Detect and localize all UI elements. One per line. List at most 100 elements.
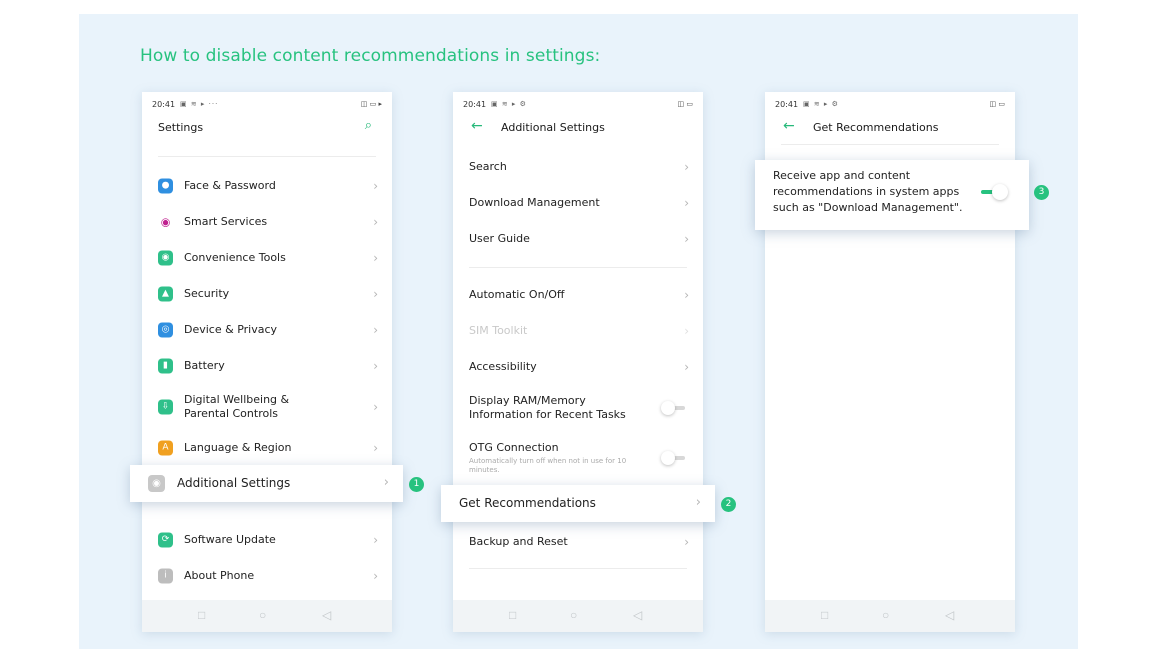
chevron-right-icon: ›: [684, 324, 689, 338]
settings-item-search[interactable]: Search ›: [453, 149, 703, 185]
item-label: Get Recommendations: [459, 496, 596, 510]
settings-item-sim-toolkit: SIM Toolkit ›: [453, 313, 703, 349]
settings-item-security[interactable]: ▲ Security ›: [142, 276, 392, 312]
settings-item-user-guide[interactable]: User Guide ›: [453, 221, 703, 257]
chevron-right-icon: ›: [373, 179, 378, 193]
divider: [469, 267, 687, 268]
divider: [469, 568, 687, 569]
item-label: SIM Toolkit: [469, 324, 528, 337]
update-icon: ⟳: [158, 532, 173, 548]
step-badge-3: 3: [1034, 185, 1049, 200]
item-label: Display RAM/Memory Information for Recen…: [469, 394, 626, 421]
settings-header: Settings ⌕: [158, 118, 376, 136]
header-title: Additional Settings: [501, 121, 605, 134]
settings-item-face-password[interactable]: ● Face & Password ›: [142, 168, 392, 204]
back-arrow-icon[interactable]: ←: [471, 118, 483, 134]
phone-additional-settings: 20:41 ▣ ≋ ▸ ⚙ ◫ ▭ ← Additional Settings …: [453, 92, 703, 632]
item-label: Additional Settings: [177, 476, 291, 490]
chevron-right-icon: ›: [684, 535, 689, 549]
item-label: Device & Privacy: [184, 323, 278, 336]
settings-item-software-update[interactable]: ⟳ Software Update ›: [142, 522, 392, 558]
recommendations-toggle[interactable]: [981, 184, 1011, 200]
settings-item-device-privacy[interactable]: ◎ Device & Privacy ›: [142, 312, 392, 348]
privacy-icon: ◎: [158, 322, 173, 338]
header-title: Get Recommendations: [813, 121, 939, 134]
item-label: OTG Connection: [469, 441, 559, 454]
status-left-icons: ▣ ≋ ▸ ⚙: [803, 100, 839, 108]
wellbeing-icon: ⇩: [158, 399, 173, 415]
get-recommendations-header: ← Get Recommendations: [781, 118, 999, 136]
chevron-right-icon: ›: [684, 288, 689, 302]
home-icon[interactable]: ○: [882, 608, 889, 622]
search-icon[interactable]: ⌕: [365, 118, 372, 133]
page-title: How to disable content recommendations i…: [140, 46, 601, 66]
status-time: 20:41: [152, 100, 176, 109]
item-label: Face & Password: [184, 179, 276, 192]
recent-apps-icon[interactable]: □: [509, 608, 516, 622]
status-time: 20:41: [463, 100, 487, 109]
item-label: Smart Services: [184, 215, 268, 228]
settings-item-smart-services[interactable]: ◉ Smart Services ›: [142, 204, 392, 240]
chevron-right-icon: ›: [695, 495, 701, 510]
chevron-right-icon: ›: [383, 475, 389, 490]
step-badge-1: 1: [409, 477, 424, 492]
item-label: Language & Region: [184, 441, 292, 454]
chevron-right-icon: ›: [373, 441, 378, 455]
item-label-group: OTG Connection Automatically turn off wh…: [469, 441, 649, 475]
settings-item-display-ram: Display RAM/Memory Information for Recen…: [453, 390, 703, 426]
chevron-right-icon: ›: [684, 360, 689, 374]
home-icon[interactable]: ○: [259, 608, 266, 622]
settings-item-about-phone[interactable]: i About Phone ›: [142, 558, 392, 594]
chevron-right-icon: ›: [373, 533, 378, 547]
divider: [158, 156, 376, 157]
back-arrow-icon[interactable]: ←: [783, 118, 795, 134]
chevron-right-icon: ›: [684, 160, 689, 174]
nav-bar: □ ○ ◁: [142, 600, 392, 632]
otg-toggle[interactable]: [661, 451, 687, 465]
shield-icon: ▲: [158, 286, 173, 302]
back-icon[interactable]: ◁: [322, 608, 331, 622]
status-bar: 20:41 ▣ ≋ ▸ ··· ◫ ▭ ▸: [152, 100, 382, 110]
language-icon: A: [158, 440, 173, 456]
recommendations-toggle-row: Receive app and content recommendations …: [755, 160, 1029, 230]
additional-settings-icon: ◉: [148, 475, 165, 492]
get-recommendations-item[interactable]: Get Recommendations ›: [441, 485, 715, 522]
item-label: Automatic On/Off: [469, 288, 565, 301]
ram-toggle[interactable]: [661, 401, 687, 415]
item-label: Search: [469, 160, 507, 173]
status-left-icons: ▣ ≋ ▸ ⚙: [491, 100, 527, 108]
home-icon[interactable]: ○: [570, 608, 577, 622]
recent-apps-icon[interactable]: □: [821, 608, 828, 622]
settings-item-digital-wellbeing[interactable]: ⇩ Digital Wellbeing & Parental Controls …: [142, 389, 392, 425]
additional-settings-item[interactable]: ◉ Additional Settings ›: [130, 465, 403, 502]
recent-apps-icon[interactable]: □: [198, 608, 205, 622]
header-title: Settings: [158, 121, 204, 134]
item-label: About Phone: [184, 569, 255, 582]
settings-item-otg: OTG Connection Automatically turn off wh…: [453, 437, 703, 479]
settings-item-language-region[interactable]: A Language & Region ›: [142, 430, 392, 466]
status-right-icons: ◫ ▭: [677, 100, 693, 108]
item-label: Security: [184, 287, 230, 300]
chevron-right-icon: ›: [373, 323, 378, 337]
divider: [781, 144, 999, 145]
item-label: Battery: [184, 359, 225, 372]
back-icon[interactable]: ◁: [633, 608, 642, 622]
item-sublabel: Automatically turn off when not in use f…: [469, 457, 627, 474]
chevron-right-icon: ›: [373, 215, 378, 229]
chevron-right-icon: ›: [373, 359, 378, 373]
settings-item-backup-reset[interactable]: Backup and Reset ›: [453, 524, 703, 560]
phone-settings: 20:41 ▣ ≋ ▸ ··· ◫ ▭ ▸ Settings ⌕ ● Face …: [142, 92, 392, 632]
settings-item-convenience-tools[interactable]: ◉ Convenience Tools ›: [142, 240, 392, 276]
item-label: Software Update: [184, 533, 276, 546]
chevron-right-icon: ›: [373, 569, 378, 583]
nav-bar: □ ○ ◁: [453, 600, 703, 632]
back-icon[interactable]: ◁: [945, 608, 954, 622]
settings-item-battery[interactable]: ▮ Battery ›: [142, 348, 392, 384]
tools-icon: ◉: [158, 250, 173, 266]
settings-item-download-management[interactable]: Download Management ›: [453, 185, 703, 221]
settings-item-automatic-on-off[interactable]: Automatic On/Off ›: [453, 277, 703, 313]
smart-services-icon: ◉: [158, 214, 173, 230]
settings-item-accessibility[interactable]: Accessibility ›: [453, 349, 703, 385]
status-right-icons: ◫ ▭ ▸: [360, 100, 382, 108]
info-icon: i: [158, 568, 173, 584]
